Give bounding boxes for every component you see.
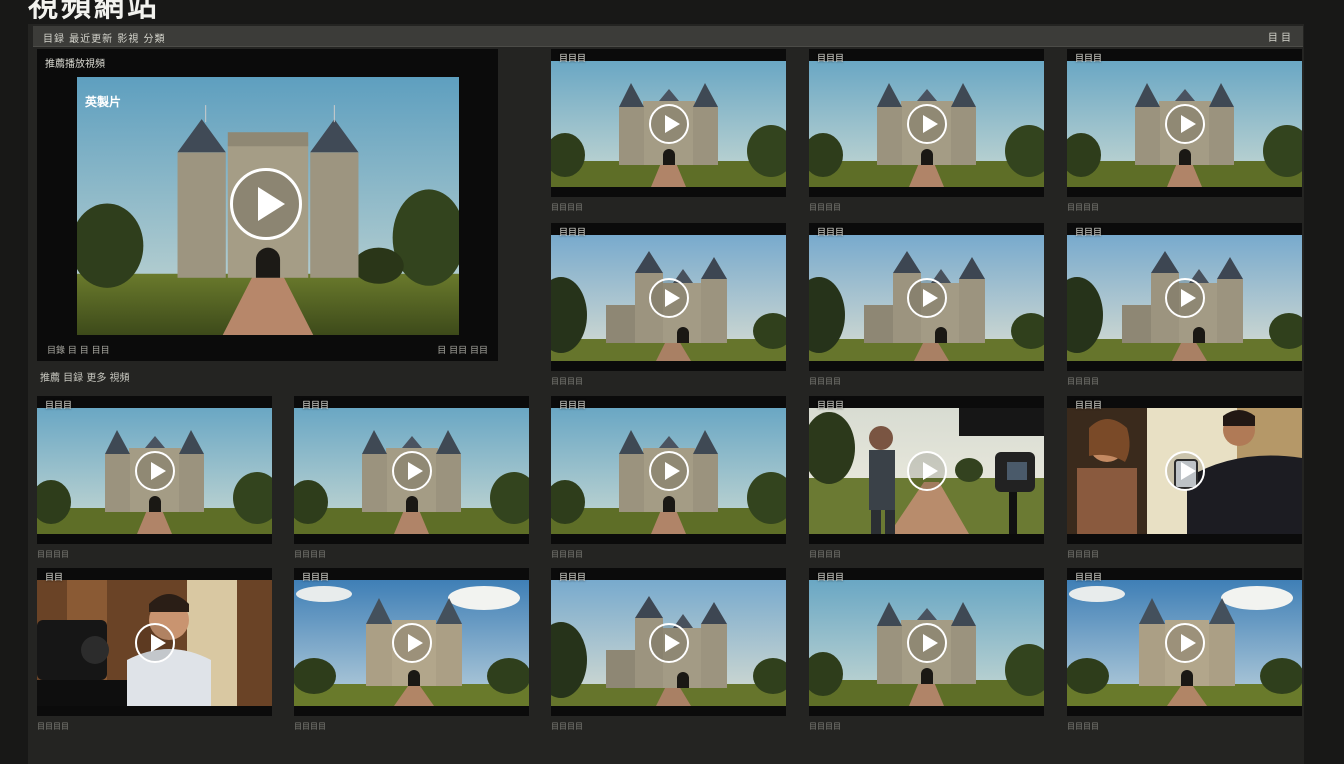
- play-icon[interactable]: [906, 623, 947, 663]
- page-title: 視頻網站: [28, 0, 160, 24]
- video-card-label: 目目目: [1075, 401, 1103, 411]
- video-card-label: 目目目: [559, 228, 587, 238]
- video-thumbnail[interactable]: [551, 408, 786, 534]
- video-card-meta: 目目目目: [551, 550, 583, 559]
- video-card[interactable]: 目目目 目目目目: [551, 568, 786, 731]
- video-card[interactable]: 目目目 目目目目: [294, 568, 529, 731]
- video-card-meta: 目目目目: [809, 722, 841, 731]
- play-icon[interactable]: [1164, 104, 1205, 144]
- featured-overlay-text: 英製片: [85, 95, 122, 109]
- play-icon[interactable]: [648, 278, 689, 318]
- featured-video-frame[interactable]: [77, 77, 459, 335]
- video-thumbnail[interactable]: [1067, 580, 1302, 706]
- play-icon[interactable]: [391, 623, 432, 663]
- video-card-meta: 目目目目: [37, 550, 69, 559]
- video-card-label: 目目目: [302, 401, 330, 411]
- video-card-meta: 目目目目: [37, 722, 69, 731]
- featured-meta-right: 目 目目 目目: [437, 346, 488, 356]
- video-card-label: 目目目: [559, 401, 587, 411]
- video-card-label: 目目目: [817, 54, 845, 64]
- video-thumbnail[interactable]: [809, 580, 1044, 706]
- video-thumbnail[interactable]: [551, 580, 786, 706]
- video-card-label: 目目目: [817, 573, 845, 583]
- video-card-meta: 目目目目: [809, 203, 841, 212]
- featured-meta-left: 目錄 目 目 目目: [47, 346, 110, 356]
- video-thumbnail[interactable]: [809, 408, 1044, 534]
- video-card-meta: 目目目目: [1067, 377, 1099, 386]
- video-card-meta: 目目目目: [294, 550, 326, 559]
- featured-play-icon[interactable]: [230, 168, 302, 240]
- video-card-meta: 目目目目: [809, 377, 841, 386]
- video-card-meta: 目目目目: [294, 722, 326, 731]
- video-card[interactable]: 目目目 目目目目: [37, 396, 272, 559]
- play-icon[interactable]: [648, 451, 689, 491]
- video-card-meta: 目目目目: [1067, 722, 1099, 731]
- video-thumbnail[interactable]: [1067, 408, 1302, 534]
- video-thumbnail[interactable]: [294, 580, 529, 706]
- video-card-label: 目目目: [817, 228, 845, 238]
- featured-video-player[interactable]: 推薦播放視頻 英製片 目錄 目 目 目目 目 目目 目目: [37, 49, 498, 361]
- video-card[interactable]: 目目目 目目目目: [551, 49, 786, 212]
- play-icon[interactable]: [1164, 623, 1205, 663]
- video-card-label: 目目目: [1075, 573, 1103, 583]
- play-icon[interactable]: [906, 278, 947, 318]
- video-card[interactable]: 目目目 目目目目: [551, 396, 786, 559]
- video-card-label: 目目目: [559, 573, 587, 583]
- video-card-label: 目目目: [1075, 54, 1103, 64]
- video-card-meta: 目目目目: [551, 722, 583, 731]
- video-thumbnail[interactable]: [1067, 61, 1302, 187]
- video-card[interactable]: 目目目 目目目目: [809, 396, 1044, 559]
- play-icon[interactable]: [134, 623, 175, 663]
- video-card[interactable]: 目目目 目目目目: [1067, 49, 1302, 212]
- video-card-label: 目目目: [45, 401, 73, 411]
- video-thumbnail[interactable]: [551, 235, 786, 361]
- video-card-meta: 目目目目: [1067, 203, 1099, 212]
- video-thumbnail[interactable]: [551, 61, 786, 187]
- toolbar-nav-text[interactable]: 目録 最近更新 影視 分類: [43, 30, 166, 45]
- play-icon[interactable]: [648, 623, 689, 663]
- play-icon[interactable]: [906, 104, 947, 144]
- play-icon[interactable]: [134, 451, 175, 491]
- video-card-label: 目目目: [559, 54, 587, 64]
- video-card[interactable]: 目目目 目目目目: [1067, 396, 1302, 559]
- video-thumbnail[interactable]: [37, 580, 272, 706]
- top-toolbar: 目録 最近更新 影視 分類 目 目: [33, 26, 1303, 47]
- video-card[interactable]: 目目目 目目目目: [809, 223, 1044, 386]
- video-card-label: 目目目: [817, 401, 845, 411]
- section-label: 推薦 目録 更多 視頻: [40, 373, 130, 384]
- video-thumbnail[interactable]: [1067, 235, 1302, 361]
- video-card[interactable]: 目目目 目目目目: [809, 568, 1044, 731]
- video-card[interactable]: 目目目 目目目目: [1067, 223, 1302, 386]
- video-thumbnail[interactable]: [294, 408, 529, 534]
- play-icon[interactable]: [906, 451, 947, 491]
- video-card[interactable]: 目目目 目目目目: [294, 396, 529, 559]
- video-thumbnail[interactable]: [37, 408, 272, 534]
- video-card-meta: 目目目目: [551, 377, 583, 386]
- video-thumbnail[interactable]: [809, 235, 1044, 361]
- video-thumbnail[interactable]: [809, 61, 1044, 187]
- play-icon[interactable]: [391, 451, 432, 491]
- video-card-meta: 目目目目: [1067, 550, 1099, 559]
- play-icon[interactable]: [648, 104, 689, 144]
- video-card[interactable]: 目目目 目目目目: [551, 223, 786, 386]
- video-card-label: 目目目: [1075, 228, 1103, 238]
- featured-video-label: 推薦播放視頻: [45, 59, 105, 70]
- video-card-meta: 目目目目: [551, 203, 583, 212]
- video-card-label: 目目目: [302, 573, 330, 583]
- play-icon[interactable]: [1164, 451, 1205, 491]
- video-card-meta: 目目目目: [809, 550, 841, 559]
- video-card[interactable]: 目目 目目目目: [37, 568, 272, 731]
- video-card[interactable]: 目目目 目目目目: [809, 49, 1044, 212]
- video-card[interactable]: 目目目 目目目目: [1067, 568, 1302, 731]
- toolbar-right-text[interactable]: 目 目: [1268, 29, 1291, 44]
- play-icon[interactable]: [1164, 278, 1205, 318]
- video-card-label: 目目: [45, 573, 64, 583]
